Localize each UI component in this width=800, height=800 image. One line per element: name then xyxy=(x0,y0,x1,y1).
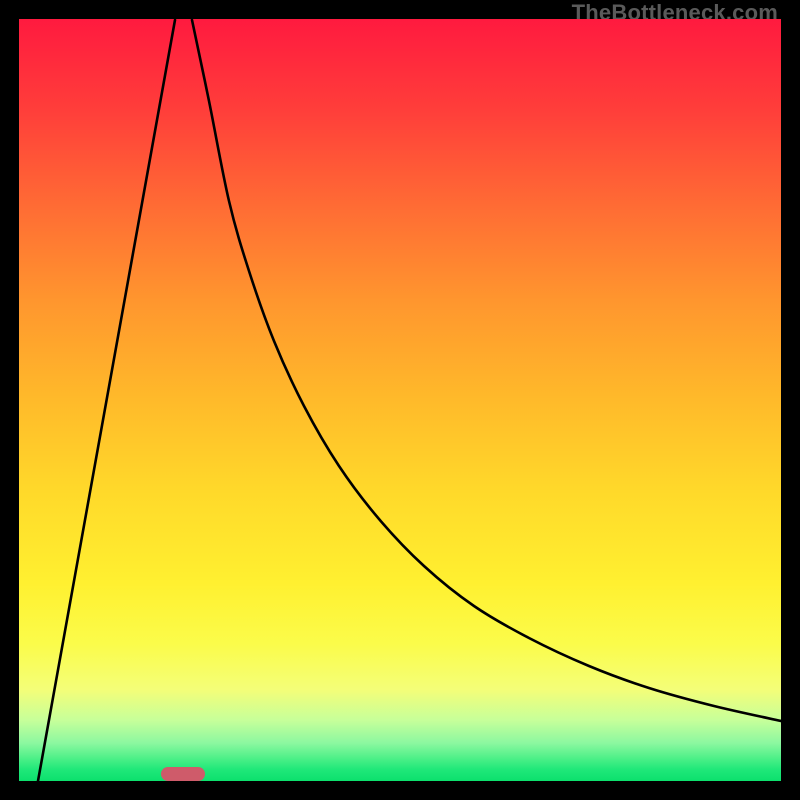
chart-svg xyxy=(19,19,781,781)
chart-area xyxy=(19,19,781,781)
minimum-marker xyxy=(161,767,205,781)
curve-left-segment xyxy=(38,20,175,781)
curve-right-segment xyxy=(192,20,781,721)
